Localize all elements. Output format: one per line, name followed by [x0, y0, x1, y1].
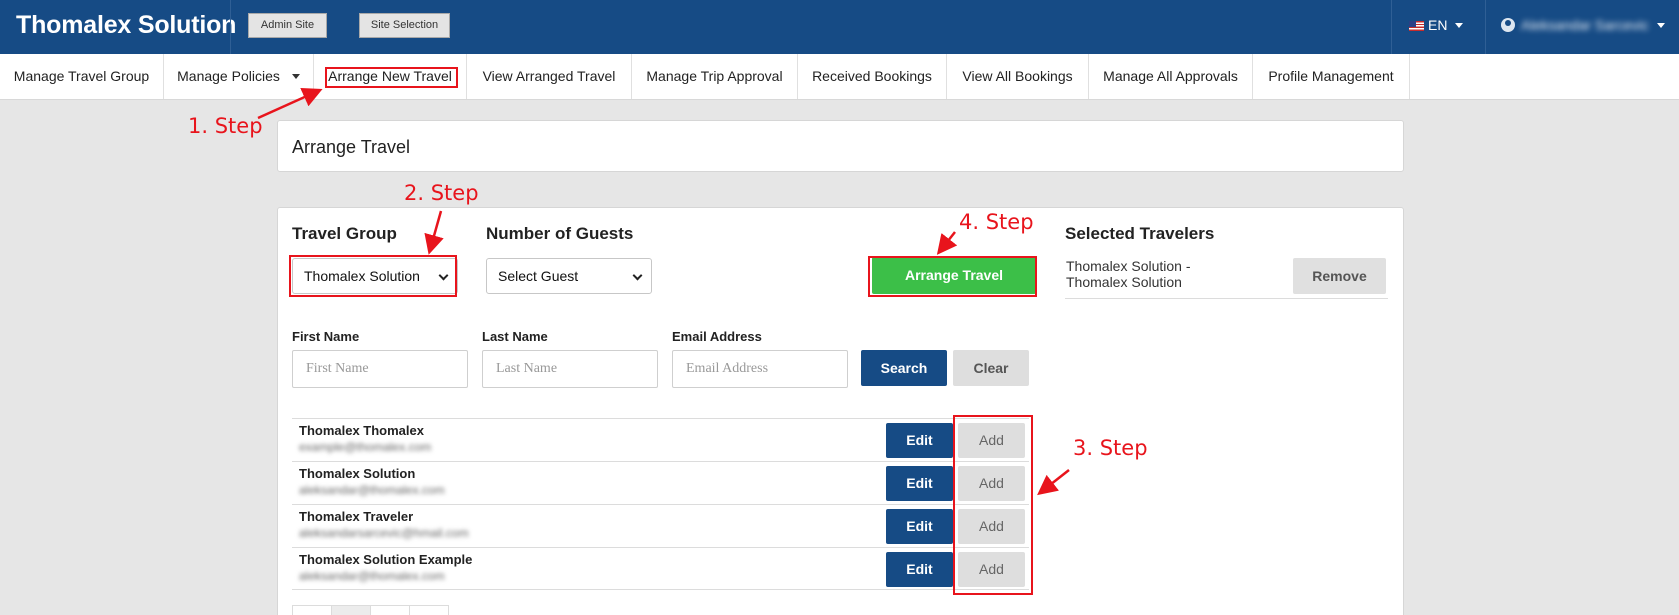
- nav-view-arranged-travel[interactable]: View Arranged Travel: [467, 54, 632, 99]
- arrange-travel-panel: Travel Group Thomalex Solution Number of…: [277, 207, 1404, 615]
- nav-manage-all-approvals[interactable]: Manage All Approvals: [1089, 54, 1253, 99]
- email-input[interactable]: Email Address: [672, 350, 848, 388]
- guests-select[interactable]: Select Guest: [486, 258, 652, 294]
- first-name-input[interactable]: First Name: [292, 350, 468, 388]
- top-bar: Thomalex Solution Admin Site Site Select…: [0, 0, 1679, 54]
- user-menu[interactable]: Aleksandar Sarcevic: [1501, 0, 1665, 50]
- clear-button[interactable]: Clear: [953, 350, 1029, 386]
- add-button[interactable]: Add: [958, 423, 1025, 458]
- travel-group-select[interactable]: Thomalex Solution: [292, 258, 458, 294]
- step3-label: 3. Step: [1073, 436, 1148, 460]
- last-name-input[interactable]: Last Name: [482, 350, 658, 388]
- add-button[interactable]: Add: [958, 509, 1025, 544]
- page-button[interactable]: [331, 605, 371, 615]
- step4-label: 4. Step: [959, 210, 1034, 234]
- chevron-down-icon: [1455, 23, 1464, 28]
- title-panel: Arrange Travel: [277, 120, 1404, 172]
- language-selector[interactable]: EN: [1409, 0, 1464, 50]
- nav-manage-trip-approval[interactable]: Manage Trip Approval: [632, 54, 798, 99]
- add-button[interactable]: Add: [958, 466, 1025, 501]
- last-name-label: Last Name: [482, 329, 548, 344]
- edit-button[interactable]: Edit: [886, 509, 953, 544]
- admin-site-button[interactable]: Admin Site: [248, 13, 327, 38]
- nav-view-all-bookings[interactable]: View All Bookings: [947, 54, 1089, 99]
- traveler-email: aleksandarsarcevic@hmail.com: [299, 526, 469, 540]
- traveler-email: example@thomalex.com: [299, 440, 432, 454]
- traveler-name: Thomalex Traveler: [299, 509, 414, 524]
- user-name: Aleksandar Sarcevic: [1521, 17, 1649, 33]
- divider: [1065, 298, 1388, 299]
- page-button[interactable]: [370, 605, 410, 615]
- traveler-name: Thomalex Thomalex: [299, 423, 424, 438]
- us-flag-icon: [1409, 21, 1424, 31]
- travel-group-value: Thomalex Solution: [304, 268, 420, 284]
- nav-manage-policies[interactable]: Manage Policies: [164, 54, 314, 99]
- guests-heading: Number of Guests: [486, 224, 634, 243]
- step2-label: 2. Step: [404, 181, 479, 205]
- search-button[interactable]: Search: [861, 350, 947, 386]
- pagination: [292, 605, 512, 615]
- selected-travelers-heading: Selected Travelers: [1065, 224, 1215, 243]
- list-item: Thomalex Thomalex example@thomalex.com E…: [292, 418, 1029, 461]
- traveler-name: Thomalex Solution: [299, 466, 416, 481]
- traveler-email: aleksandar@thomalex.com: [299, 483, 445, 497]
- nav-received-bookings[interactable]: Received Bookings: [798, 54, 947, 99]
- list-item: Thomalex Solution Example aleksandar@tho…: [292, 547, 1029, 590]
- divider: [1391, 0, 1392, 54]
- add-button[interactable]: Add: [958, 552, 1025, 587]
- nav-manage-policies-label: Manage Policies: [177, 68, 280, 84]
- main-nav: Manage Travel Group Manage Policies Arra…: [0, 54, 1679, 100]
- first-name-label: First Name: [292, 329, 360, 344]
- nav-arrange-new-travel[interactable]: Arrange New Travel: [314, 54, 467, 99]
- list-item: Thomalex Solution aleksandar@thomalex.co…: [292, 461, 1029, 504]
- chevron-down-icon: [438, 270, 449, 281]
- user-circle-icon: [1501, 18, 1515, 32]
- nav-manage-travel-group[interactable]: Manage Travel Group: [0, 54, 164, 99]
- page-button[interactable]: [409, 605, 449, 615]
- list-item: Thomalex Traveler aleksandarsarcevic@hma…: [292, 504, 1029, 547]
- page-title: Arrange Travel: [292, 137, 411, 157]
- remove-button[interactable]: Remove: [1293, 258, 1386, 294]
- travel-group-heading: Travel Group: [292, 224, 397, 243]
- brand-title[interactable]: Thomalex Solution: [16, 0, 236, 54]
- nav-profile-management[interactable]: Profile Management: [1253, 54, 1410, 99]
- traveler-list: Thomalex Thomalex example@thomalex.com E…: [292, 418, 1029, 590]
- divider: [230, 0, 231, 54]
- edit-button[interactable]: Edit: [886, 466, 953, 501]
- chevron-down-icon: [632, 270, 643, 281]
- edit-button[interactable]: Edit: [886, 552, 953, 587]
- guests-value: Select Guest: [498, 268, 579, 284]
- traveler-email: aleksandar@thomalex.com: [299, 569, 445, 583]
- arrange-travel-button[interactable]: Arrange Travel: [872, 257, 1036, 294]
- email-label: Email Address: [672, 329, 762, 344]
- chevron-down-icon: [291, 74, 300, 79]
- selected-traveler-item: Thomalex Solution - Thomalex Solution: [1066, 258, 1191, 290]
- step1-label: 1. Step: [188, 114, 263, 138]
- language-label: EN: [1428, 17, 1448, 33]
- edit-button[interactable]: Edit: [886, 423, 953, 458]
- chevron-down-icon: [1656, 23, 1665, 28]
- page-button[interactable]: [292, 605, 332, 615]
- divider: [1485, 0, 1486, 54]
- site-selection-button[interactable]: Site Selection: [359, 13, 450, 38]
- traveler-name: Thomalex Solution Example: [299, 552, 473, 567]
